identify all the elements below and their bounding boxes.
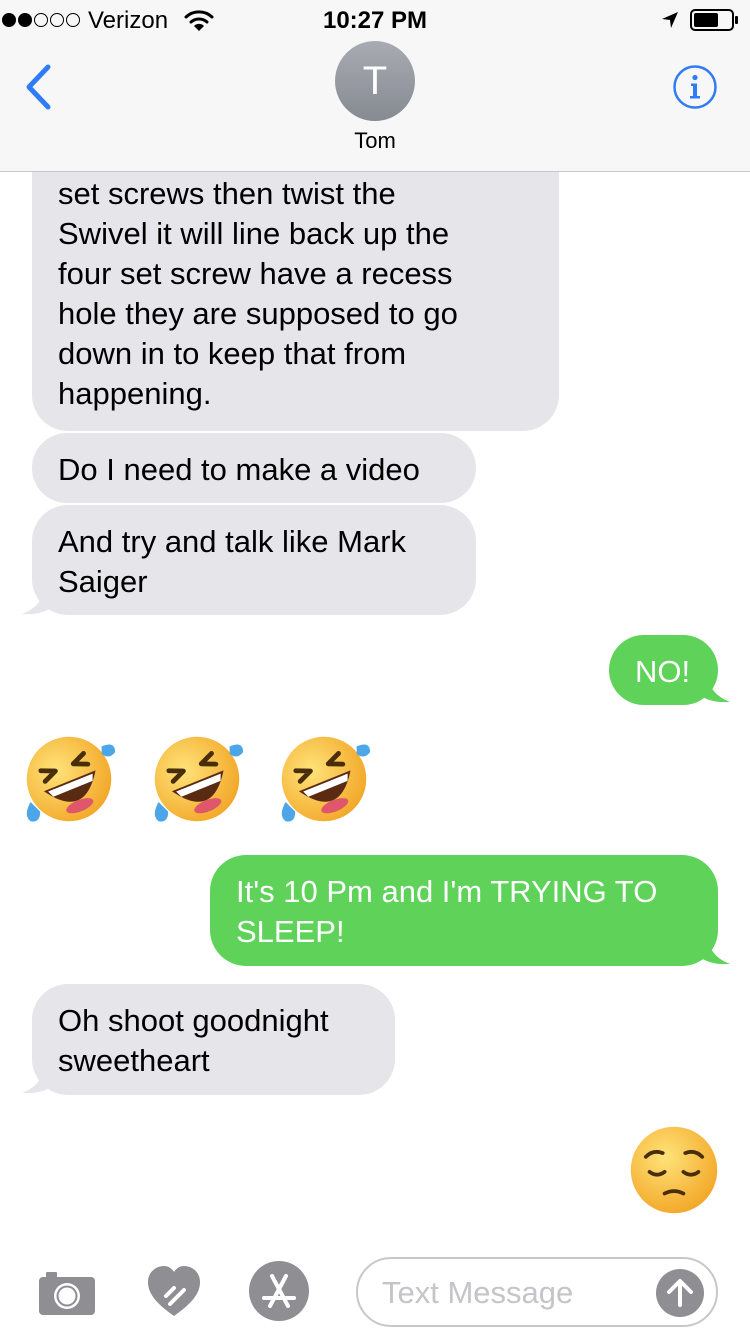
incoming-message[interactable]: set screws then twist the Swivel it will…	[32, 135, 559, 431]
contact-avatar[interactable]: T	[335, 41, 415, 121]
message-text: Oh shoot goodnight sweetheart	[58, 1003, 329, 1078]
send-button[interactable]	[656, 1269, 704, 1317]
info-icon	[673, 65, 717, 109]
incoming-message[interactable]: Do I need to make a video	[32, 433, 476, 503]
message-field[interactable]	[356, 1257, 718, 1327]
input-bar	[0, 1250, 750, 1334]
message-text: It's 10 Pm and I'm TRYING TO SLEEP!	[236, 874, 658, 949]
rolling-laughing-emoji[interactable]	[20, 731, 118, 827]
info-button[interactable]	[672, 64, 718, 110]
incoming-message[interactable]: Oh shoot goodnight sweetheart	[32, 984, 395, 1095]
digital-touch-heart-icon[interactable]	[144, 1262, 204, 1322]
message-text: NO!	[635, 654, 691, 689]
conversation-header: Verizon 10:27 PM T Tom	[0, 0, 750, 172]
message-text: Do I need to make a video	[58, 452, 420, 487]
incoming-message[interactable]: And try and talk like Mark Saiger	[32, 505, 476, 615]
outgoing-message[interactable]: It's 10 Pm and I'm TRYING TO SLEEP!	[210, 855, 718, 966]
back-button[interactable]	[20, 62, 60, 112]
status-bar: Verizon 10:27 PM	[0, 0, 750, 40]
rolling-laughing-emoji[interactable]	[148, 731, 246, 827]
app-store-icon[interactable]	[248, 1260, 310, 1322]
message-input[interactable]	[382, 1273, 642, 1313]
rolling-laughing-emoji[interactable]	[275, 731, 373, 827]
contact-name[interactable]: Tom	[0, 128, 750, 154]
location-arrow-icon	[662, 12, 678, 28]
outgoing-message[interactable]: NO!	[609, 635, 718, 705]
message-text: And try and talk like Mark Saiger	[58, 524, 407, 599]
camera-icon[interactable]	[38, 1268, 96, 1316]
back-chevron-icon	[26, 64, 51, 110]
message-text: set screws then twist the Swivel it will…	[58, 176, 458, 411]
pensive-face-emoji[interactable]	[627, 1123, 721, 1217]
battery-icon	[690, 9, 738, 31]
status-time: 10:27 PM	[322, 7, 428, 34]
send-arrow-icon	[667, 1279, 693, 1307]
